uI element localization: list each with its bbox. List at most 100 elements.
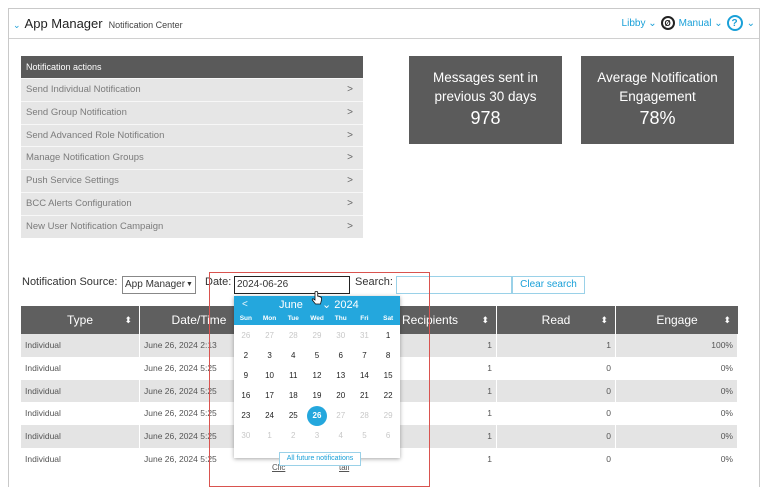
table-cell: 0 xyxy=(497,356,616,380)
all-future-button[interactable]: All future notifications xyxy=(279,452,361,466)
table-cell: 100% xyxy=(616,334,738,357)
calendar-day[interactable]: 18 xyxy=(281,386,305,406)
action-item[interactable]: Push Service Settings > xyxy=(21,169,363,192)
table-cell: Individual xyxy=(21,425,140,448)
calendar-day[interactable]: 16 xyxy=(234,386,258,406)
action-label: Send Advanced Role Notification xyxy=(26,129,165,141)
calendar-day[interactable]: 19 xyxy=(305,386,329,406)
chevron-right-icon: > xyxy=(347,175,353,187)
calendar-day[interactable]: 24 xyxy=(258,406,282,426)
col-label: Engage xyxy=(656,313,698,327)
col-type[interactable]: Type ⬍ xyxy=(21,306,140,334)
action-item[interactable]: New User Notification Campaign > xyxy=(21,214,363,238)
calendar-day[interactable]: 13 xyxy=(329,366,353,386)
calendar-day[interactable]: 25 xyxy=(281,406,305,426)
calendar-day: 26 xyxy=(241,331,251,340)
calendar-day[interactable]: 8 xyxy=(376,346,400,366)
prev-month-icon[interactable]: < xyxy=(242,299,248,310)
calendar-day[interactable]: 22 xyxy=(376,386,400,406)
chevron-right-icon: > xyxy=(347,152,353,164)
calendar-day[interactable]: 12 xyxy=(305,366,329,386)
calendar-day: 30 xyxy=(336,331,346,340)
calendar-day[interactable]: 15 xyxy=(376,366,400,386)
action-label: New User Notification Campaign xyxy=(26,220,164,232)
calendar-day[interactable]: 10 xyxy=(258,366,282,386)
calendar-days: 26 27 28 29 30 31 1 2 3 4 5 6 7 8 9 10 11 12 13 14 15 16 17 18 1… xyxy=(234,325,400,446)
calendar-day[interactable]: 7 xyxy=(353,346,377,366)
calendar-day[interactable]: 6 xyxy=(329,346,353,366)
calendar-day[interactable]: 5 xyxy=(305,346,329,366)
calendar-day[interactable]: 11 xyxy=(281,366,305,386)
action-label: BCC Alerts Configuration xyxy=(26,197,132,209)
table-cell: 0% xyxy=(616,379,738,403)
calendar-day[interactable]: 20 xyxy=(329,386,353,406)
calendar-day[interactable]: 17 xyxy=(258,386,282,406)
weekday-label: Wed xyxy=(310,315,324,322)
sort-icon: ⬍ xyxy=(723,315,731,325)
action-item[interactable]: Send Group Notification > xyxy=(21,100,363,124)
weekday-label: Thu xyxy=(334,315,347,322)
action-label: Send Individual Notification xyxy=(26,84,141,95)
table-cell: Individual xyxy=(21,448,140,471)
weekday-label: Tue xyxy=(287,315,299,322)
stat-label: Average Notification xyxy=(597,70,718,85)
stat-label: Messages sent in xyxy=(432,70,539,85)
stat-label: previous 30 days xyxy=(434,89,537,104)
user-name: Libby xyxy=(621,17,646,29)
table-cell: Individual xyxy=(21,402,140,426)
date-picker: < June ⌄ 2024 Sun Mon Tue Wed Thu Fri Sat 26 27… xyxy=(234,296,400,466)
calendar-day[interactable]: 1 xyxy=(376,326,400,346)
app-title-group[interactable]: ⌄ App Manager Notification Center xyxy=(13,16,183,31)
calendar-day: 28 xyxy=(359,411,369,420)
col-read[interactable]: Read ⬍ xyxy=(497,306,616,334)
sort-icon: ⬍ xyxy=(124,315,132,325)
action-label: Send Group Notification xyxy=(26,106,127,118)
table-cell: Individual xyxy=(21,379,140,403)
stat-value: 78% xyxy=(639,108,676,128)
chevron-down-icon[interactable]: ⌄ xyxy=(747,18,755,29)
actions-list: Send Individual Notification > Send Group … xyxy=(21,78,363,238)
calendar-day[interactable]: 21 xyxy=(353,386,377,406)
calendar-day[interactable]: 23 xyxy=(234,406,258,426)
user-menu[interactable]: Libby ⌄ xyxy=(622,18,657,29)
action-item[interactable]: Manage Notification Groups > xyxy=(21,146,363,170)
action-item[interactable]: Send Individual Notification > xyxy=(21,78,363,101)
chevron-down-icon: ⌄ xyxy=(322,299,332,311)
chevron-right-icon: > xyxy=(347,197,353,209)
calendar-day[interactable]: 3 xyxy=(258,346,282,366)
table-cell: 0% xyxy=(616,356,738,380)
calendar-day: 30 xyxy=(241,431,251,440)
calendar-day[interactable]: 14 xyxy=(353,366,377,386)
calendar-day[interactable]: 9 xyxy=(234,366,258,386)
calendar-day: 3 xyxy=(314,431,320,440)
calendar-day: 29 xyxy=(312,331,322,340)
calendar-day[interactable]: 4 xyxy=(281,346,305,366)
calendar-day-selected[interactable]: 26 xyxy=(306,406,327,426)
source-select[interactable]: App Manager ▼ xyxy=(122,276,196,294)
table-cell: Individual xyxy=(21,334,140,357)
action-label: Manage Notification Groups xyxy=(26,152,144,164)
action-item[interactable]: BCC Alerts Configuration > xyxy=(21,191,363,215)
help-icon[interactable]: ? xyxy=(726,15,743,31)
action-item[interactable]: Send Advanced Role Notification > xyxy=(21,123,363,147)
col-engage[interactable]: Engage ⬍ xyxy=(616,306,738,334)
chevron-down-icon[interactable]: ⌄ xyxy=(13,20,21,31)
table-cell: 0% xyxy=(616,425,738,448)
notification-actions-panel: Notification actions Send Individual Not… xyxy=(21,56,363,238)
mode-icon[interactable]: Ø xyxy=(660,16,675,30)
year-select[interactable]: ⌄ 2024 xyxy=(322,298,359,311)
weekday-row: Sun Mon Tue Wed Thu Fri Sat xyxy=(234,313,400,325)
sort-icon: ⬍ xyxy=(600,315,608,325)
app-subtitle: Notification Center xyxy=(108,20,183,30)
clear-search-button[interactable]: Clear search xyxy=(512,276,585,294)
month-select[interactable]: June xyxy=(279,299,303,311)
calendar-day: 4 xyxy=(338,431,343,440)
calendar-day: 5 xyxy=(362,431,367,440)
table-cell: 0% xyxy=(616,402,738,426)
mode-menu[interactable]: Manual ⌄ xyxy=(679,18,723,29)
table-cell: 0 xyxy=(497,448,616,471)
calendar-day[interactable]: 2 xyxy=(234,346,258,366)
col-label: Read xyxy=(541,313,571,327)
table-cell: 0% xyxy=(616,448,738,471)
select-arrow-icon: ▼ xyxy=(186,281,193,288)
